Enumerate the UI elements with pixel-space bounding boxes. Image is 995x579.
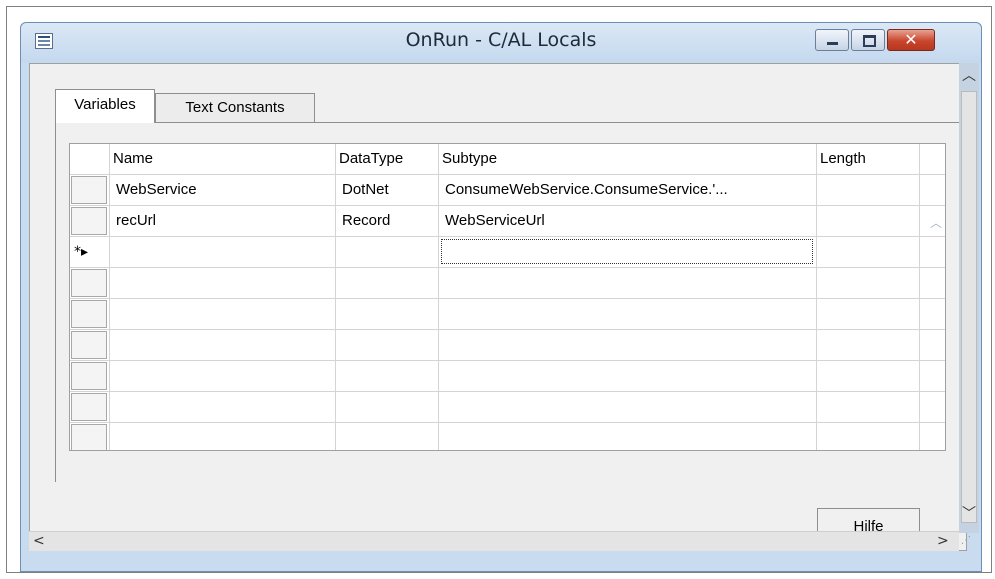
cell-length[interactable] — [817, 361, 920, 392]
header-selector — [70, 144, 110, 175]
table-row[interactable] — [70, 268, 945, 299]
variables-grid: Name DataType Subtype Length WebService … — [69, 143, 946, 451]
table-row[interactable] — [70, 392, 945, 423]
cell-datatype[interactable] — [336, 268, 439, 299]
table-row[interactable] — [70, 330, 945, 361]
cell-subtype[interactable] — [439, 299, 817, 330]
row-filler — [920, 175, 945, 206]
cell-length[interactable] — [817, 237, 920, 268]
row-selector[interactable] — [70, 268, 110, 299]
table-row[interactable]: recUrl Record WebServiceUrl — [70, 206, 945, 237]
column-header-name[interactable]: Name — [110, 144, 336, 175]
row-filler — [920, 299, 945, 330]
table-row[interactable] — [70, 299, 945, 330]
grid-header-row: Name DataType Subtype Length — [70, 144, 945, 175]
column-header-subtype[interactable]: Subtype — [439, 144, 817, 175]
scroll-right-icon[interactable]: > — [937, 532, 949, 550]
resize-grip-icon[interactable]: ⋰ — [961, 535, 975, 549]
cell-subtype[interactable] — [439, 268, 817, 299]
cell-subtype[interactable] — [439, 392, 817, 423]
cell-length[interactable] — [817, 175, 920, 206]
minimize-button[interactable] — [815, 29, 849, 51]
cell-name[interactable] — [110, 299, 336, 330]
cell-subtype[interactable]: ConsumeWebService.ConsumeService.'... — [439, 175, 817, 206]
row-selector[interactable] — [70, 423, 110, 450]
cell-name[interactable]: recUrl — [110, 206, 336, 237]
dialog-window: OnRun - C/AL Locals ✕ Variables Text Con… — [20, 22, 982, 572]
cell-subtype[interactable] — [439, 361, 817, 392]
scroll-thumb[interactable] — [961, 91, 977, 523]
cell-subtype[interactable] — [439, 423, 817, 450]
new-row[interactable]: *▸ — [70, 237, 945, 268]
cell-length[interactable] — [817, 299, 920, 330]
cell-name[interactable] — [110, 361, 336, 392]
cell-name[interactable] — [110, 330, 336, 361]
cell-name[interactable] — [110, 423, 336, 450]
grid-scroll-up-icon[interactable]: ︿ — [930, 214, 942, 231]
new-record-marker-icon: *▸ — [74, 244, 89, 260]
column-header-datatype[interactable]: DataType — [336, 144, 439, 175]
row-selector[interactable] — [70, 299, 110, 330]
row-filler — [920, 423, 945, 450]
table-row[interactable] — [70, 361, 945, 392]
close-button[interactable]: ✕ — [887, 29, 935, 51]
maximize-button[interactable] — [851, 29, 885, 51]
row-filler — [920, 392, 945, 423]
row-filler — [920, 268, 945, 299]
scroll-left-icon[interactable]: < — [33, 532, 45, 550]
header-filler — [920, 144, 945, 175]
cell-datatype[interactable] — [336, 423, 439, 450]
cell-subtype[interactable]: WebServiceUrl — [439, 206, 817, 237]
row-filler — [920, 237, 945, 268]
cell-datatype[interactable] — [336, 392, 439, 423]
cell-datatype[interactable] — [336, 237, 439, 268]
cell-length[interactable] — [817, 206, 920, 237]
cell-datatype[interactable] — [336, 361, 439, 392]
scroll-down-icon[interactable]: ﹀ — [959, 503, 979, 523]
row-selector[interactable] — [70, 206, 110, 237]
scroll-up-icon[interactable]: ︿ — [959, 65, 979, 85]
row-selector[interactable] — [70, 361, 110, 392]
cell-name[interactable] — [110, 268, 336, 299]
cell-name[interactable]: WebService — [110, 175, 336, 206]
column-header-length[interactable]: Length — [817, 144, 920, 175]
cell-length[interactable] — [817, 392, 920, 423]
cell-name[interactable] — [110, 237, 336, 268]
cell-name[interactable] — [110, 392, 336, 423]
row-selector[interactable] — [70, 175, 110, 206]
close-icon: ✕ — [904, 30, 918, 49]
cell-length[interactable] — [817, 330, 920, 361]
cell-subtype[interactable] — [439, 330, 817, 361]
row-selector[interactable]: *▸ — [70, 237, 110, 268]
row-selector[interactable] — [70, 392, 110, 423]
row-filler — [920, 361, 945, 392]
row-filler — [920, 330, 945, 361]
cell-datatype[interactable]: DotNet — [336, 175, 439, 206]
table-row[interactable] — [70, 423, 945, 450]
cell-datatype[interactable]: Record — [336, 206, 439, 237]
tab-variables[interactable]: Variables — [55, 89, 155, 123]
horizontal-scrollbar[interactable]: < > — [29, 531, 959, 551]
cell-subtype-focused[interactable] — [439, 237, 817, 268]
cell-datatype[interactable] — [336, 299, 439, 330]
cell-length[interactable] — [817, 268, 920, 299]
table-row[interactable]: WebService DotNet ConsumeWebService.Cons… — [70, 175, 945, 206]
cell-length[interactable] — [817, 423, 920, 450]
tab-text-constants[interactable]: Text Constants — [155, 93, 315, 123]
cell-datatype[interactable] — [336, 330, 439, 361]
row-selector[interactable] — [70, 330, 110, 361]
title-bar[interactable]: OnRun - C/AL Locals ✕ — [21, 23, 981, 63]
vertical-scrollbar[interactable]: ︿ ﹀ — [959, 63, 979, 533]
